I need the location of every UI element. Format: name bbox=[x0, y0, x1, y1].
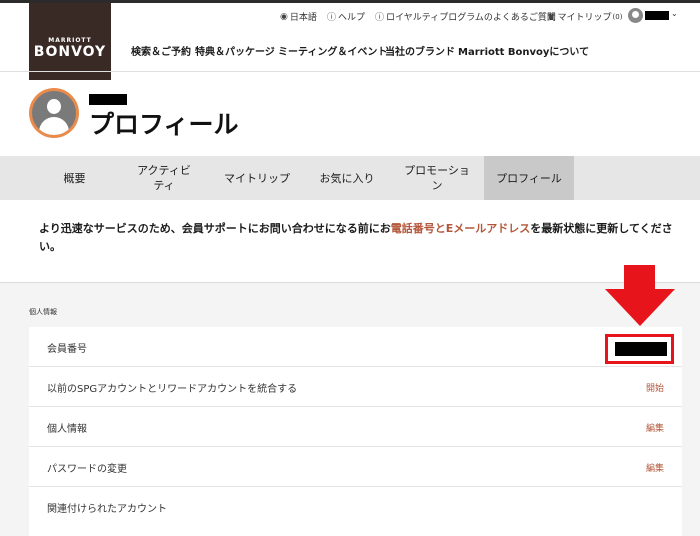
row-merge-accounts[interactable]: 以前のSPGアカウントとリワードアカウントを統合する 開始 bbox=[29, 367, 682, 407]
language-link[interactable]: ◉ 日本語 bbox=[280, 10, 317, 24]
marriott-bonvoy-logo[interactable]: MARRIOTT BONVOY bbox=[29, 3, 111, 80]
logo-line1: MARRIOTT bbox=[48, 37, 92, 44]
page-title: プロフィール bbox=[89, 110, 239, 139]
red-down-arrow bbox=[624, 265, 655, 290]
tab-overview[interactable]: 概要 bbox=[43, 156, 106, 200]
my-trips-count: (0) bbox=[612, 12, 623, 21]
merge-accounts-label: 以前のSPGアカウントとリワードアカウントを統合する bbox=[47, 383, 298, 395]
member-number-highlight-box bbox=[605, 334, 674, 364]
my-trips-label: マイトリップ bbox=[557, 13, 612, 23]
globe-icon: ◉ bbox=[280, 11, 288, 22]
profile-name-redacted bbox=[89, 94, 127, 105]
notice-text-1: より迅速なサービスのため、会員サポートにお問い合わせになる前にお bbox=[39, 222, 391, 235]
row-change-password[interactable]: パスワードの変更 編集 bbox=[29, 447, 682, 487]
account-name-redacted bbox=[645, 11, 669, 20]
member-number-label: 会員番号 bbox=[47, 343, 87, 355]
personal-info-edit-link[interactable]: 編集 bbox=[646, 407, 664, 447]
account-avatar[interactable] bbox=[628, 8, 643, 23]
briefcase-icon: ▣ bbox=[547, 11, 556, 22]
tab-activity[interactable]: アクティビティ bbox=[117, 156, 211, 200]
header-divider bbox=[0, 71, 700, 72]
my-trips-link[interactable]: ▣ マイトリップ (0) bbox=[547, 10, 623, 24]
nav-meetings[interactable]: ミーティング＆イベント bbox=[278, 43, 387, 58]
tab-promotions[interactable]: プロモーション bbox=[391, 156, 483, 200]
personal-info-card: 会員番号 以前のSPGアカウントとリワードアカウントを統合する 開始 個人情報 … bbox=[29, 327, 682, 536]
tab-profile[interactable]: プロフィール bbox=[484, 156, 574, 200]
profile-avatar-icon bbox=[29, 88, 79, 138]
personal-info-label: 個人情報 bbox=[47, 423, 87, 435]
update-contact-notice: より迅速なサービスのため、会員サポートにお問い合わせになる前にお電話番号とEメー… bbox=[39, 220, 679, 256]
nav-brands[interactable]: 当社のブランド bbox=[385, 43, 455, 58]
help-link[interactable]: ⓘ ヘルプ bbox=[327, 10, 365, 23]
logo-line2: BONVOY bbox=[33, 44, 107, 60]
chevron-down-icon[interactable]: ⌄ bbox=[671, 9, 678, 18]
info-circle-icon: ⓘ bbox=[375, 13, 385, 23]
language-label: 日本語 bbox=[289, 13, 317, 23]
tab-favorites[interactable]: お気に入り bbox=[304, 156, 390, 200]
row-linked-accounts[interactable]: 関連付けられたアカウント bbox=[29, 487, 682, 527]
notice-contact-link[interactable]: 電話番号とEメールアドレス bbox=[391, 222, 531, 235]
red-down-arrow-head bbox=[605, 289, 675, 326]
help-circle-icon: ⓘ bbox=[327, 13, 337, 23]
linked-accounts-label: 関連付けられたアカウント bbox=[47, 503, 167, 515]
change-password-label: パスワードの変更 bbox=[47, 463, 127, 475]
row-member-number: 会員番号 bbox=[29, 327, 682, 367]
loyalty-faq-link[interactable]: ⓘ ロイヤルティプログラムのよくあるご質問 bbox=[375, 10, 556, 23]
nav-offers[interactable]: 特典＆パッケージ bbox=[195, 43, 275, 58]
profile-tab-bar: 概要 アクティビティ マイトリップ お気に入り プロモーション プロフィール bbox=[0, 156, 700, 200]
tab-my-trips[interactable]: マイトリップ bbox=[212, 156, 302, 200]
nav-search-booking[interactable]: 検索＆ご予約 bbox=[131, 43, 191, 58]
section-title: 個人情報 bbox=[29, 308, 57, 316]
help-label: ヘルプ bbox=[338, 13, 366, 23]
nav-about[interactable]: Marriott Bonvoyについて bbox=[458, 43, 589, 58]
change-password-edit-link[interactable]: 編集 bbox=[646, 447, 664, 487]
loyalty-faq-label: ロイヤルティプログラムのよくあるご質問 bbox=[386, 13, 556, 23]
row-personal-info[interactable]: 個人情報 編集 bbox=[29, 407, 682, 447]
merge-start-link[interactable]: 開始 bbox=[646, 367, 664, 407]
